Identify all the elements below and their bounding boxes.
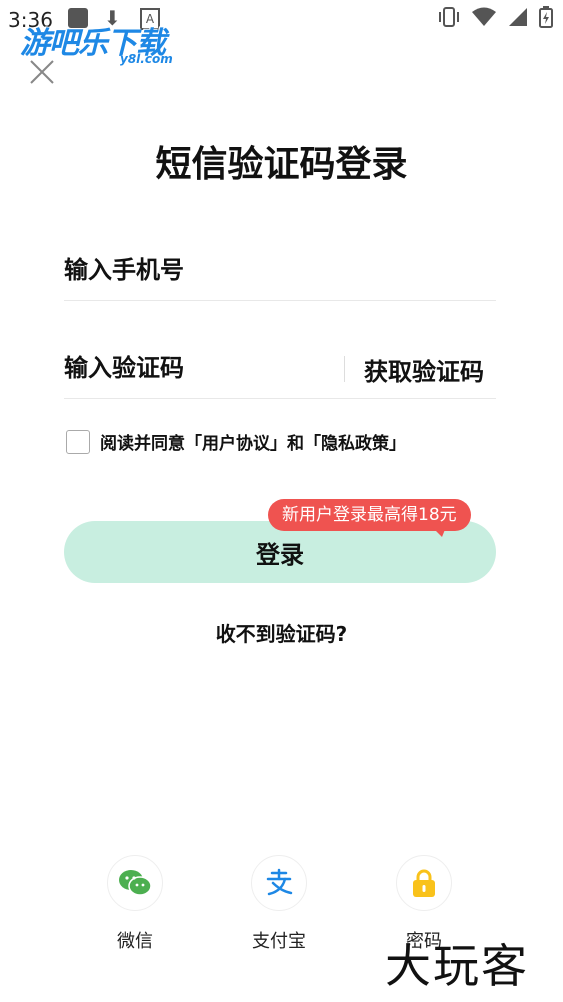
agreement-row: 阅读并同意「用户协议」和「隐私政策」 <box>66 429 406 454</box>
field-divider <box>344 356 345 382</box>
get-code-button[interactable]: 获取验证码 <box>364 352 484 387</box>
status-icons <box>437 6 553 28</box>
alipay-label: 支付宝 <box>252 931 306 952</box>
agreement-text[interactable]: 阅读并同意「用户协议」和「隐私政策」 <box>100 429 406 454</box>
wechat-icon-circle <box>107 855 163 911</box>
lock-icon <box>413 869 435 897</box>
battery-icon <box>539 6 553 28</box>
code-field: 获取验证码 <box>64 338 496 399</box>
alipay-icon-circle <box>251 855 307 911</box>
close-icon <box>30 60 54 84</box>
wechat-login-button[interactable]: 微信 <box>85 855 185 953</box>
no-code-link[interactable]: 收不到验证码? <box>0 618 563 647</box>
watermark-bottom: 大玩客 <box>385 939 529 993</box>
lock-icon-circle <box>396 855 452 911</box>
page-title: 短信验证码登录 <box>155 144 408 185</box>
alipay-login-button[interactable]: 支付宝 <box>229 855 329 953</box>
wifi-icon <box>472 7 496 26</box>
close-button[interactable] <box>28 58 56 86</box>
promo-badge-tail <box>432 527 446 537</box>
code-input[interactable] <box>64 338 334 398</box>
wechat-icon <box>119 870 152 896</box>
signal-icon <box>509 8 527 26</box>
watermark-logo-sub: y8l.com <box>120 52 173 66</box>
agreement-checkbox[interactable] <box>66 429 90 454</box>
vibrate-icon <box>439 7 459 27</box>
phone-input[interactable] <box>64 240 496 300</box>
wechat-label: 微信 <box>117 931 153 952</box>
alipay-icon <box>266 868 293 896</box>
phone-field <box>64 240 496 301</box>
